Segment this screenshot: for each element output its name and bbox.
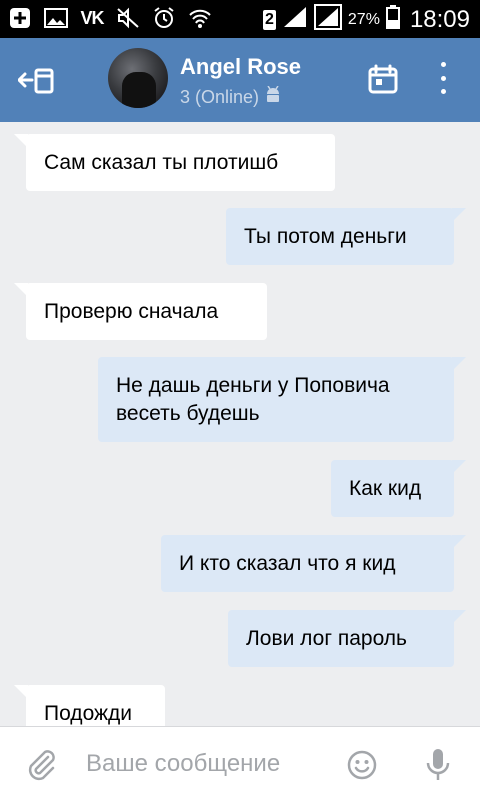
- message-composer: [0, 726, 480, 800]
- alarm-icon: [152, 6, 176, 30]
- message-list: Сам сказал ты плотишб Ты потом деньги Пр…: [0, 122, 480, 726]
- sim-indicator: 2: [263, 9, 276, 30]
- more-vertical-icon[interactable]: [436, 62, 450, 94]
- message-outgoing[interactable]: Как кид: [331, 460, 466, 517]
- clock: 18:09: [409, 5, 470, 33]
- message-incoming[interactable]: Проверю сначала: [14, 283, 267, 340]
- microphone-icon[interactable]: [424, 747, 452, 783]
- contact-name[interactable]: Angel Rose: [180, 54, 301, 80]
- chat-header: Angel Rose 3 (Online): [0, 38, 480, 122]
- message-incoming[interactable]: Подожди: [14, 685, 165, 726]
- battery-percent: 27%: [347, 10, 380, 28]
- wifi-icon: [188, 6, 212, 30]
- status-bar: VK 2 27% 18:09: [0, 0, 480, 38]
- signal-icon-2: [313, 4, 342, 35]
- message-outgoing[interactable]: Ты потом деньги: [226, 208, 466, 265]
- calendar-icon[interactable]: [368, 64, 398, 94]
- signal-icon: [282, 5, 308, 34]
- gallery-icon: [44, 6, 68, 30]
- message-incoming[interactable]: Сам сказал ты плотишб: [14, 134, 335, 191]
- battery-icon: [385, 5, 400, 34]
- smiley-icon[interactable]: [346, 749, 378, 781]
- contact-status-text: 3 (Online): [180, 87, 260, 107]
- add-notification-icon: [8, 6, 32, 30]
- back-icon[interactable]: [17, 62, 58, 98]
- android-icon: [265, 85, 281, 109]
- vk-icon: VK: [80, 7, 104, 28]
- no-sound-icon: [116, 6, 140, 30]
- paperclip-icon[interactable]: [24, 747, 58, 781]
- message-outgoing[interactable]: Лови лог пароль: [228, 610, 466, 667]
- message-outgoing[interactable]: Не дашь деньги у Поповича весеть будешь: [98, 357, 466, 442]
- avatar[interactable]: [108, 48, 168, 108]
- contact-status: 3 (Online): [180, 85, 281, 109]
- message-outgoing[interactable]: И кто сказал что я кид: [161, 535, 466, 592]
- message-input[interactable]: [86, 745, 336, 783]
